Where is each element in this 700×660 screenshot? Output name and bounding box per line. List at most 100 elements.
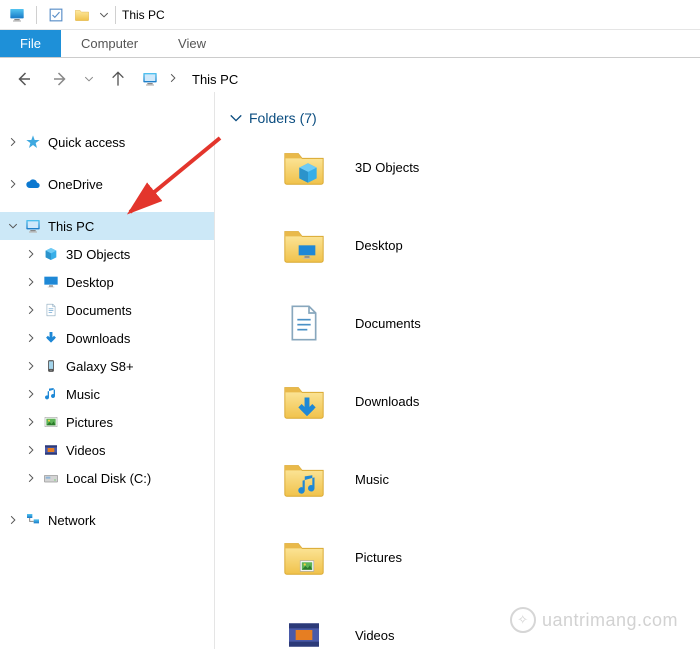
tree-item-music[interactable]: Music bbox=[0, 380, 214, 408]
folder-desktop[interactable]: Desktop bbox=[279, 220, 700, 270]
qat-btn-pc-icon[interactable] bbox=[6, 4, 28, 26]
folder-downloads[interactable]: Downloads bbox=[279, 376, 700, 426]
tree-item-videos[interactable]: Videos bbox=[0, 436, 214, 464]
tree-item-onedrive[interactable]: OneDrive bbox=[0, 170, 214, 198]
address-pc-icon[interactable] bbox=[140, 71, 160, 87]
picture-icon bbox=[42, 413, 60, 431]
chevron-right-icon[interactable] bbox=[6, 177, 20, 191]
chevron-right-icon[interactable] bbox=[24, 303, 38, 317]
3d-objects-icon bbox=[42, 245, 60, 263]
breadcrumb-location[interactable]: This PC bbox=[190, 72, 238, 87]
tree-label: Desktop bbox=[66, 275, 114, 290]
nav-up-button[interactable] bbox=[104, 65, 132, 93]
qat-separator bbox=[36, 6, 37, 24]
ribbon-tab-computer[interactable]: Computer bbox=[61, 30, 158, 57]
folder-3d-objects[interactable]: 3D Objects bbox=[279, 142, 700, 192]
tree-item-documents[interactable]: Documents bbox=[0, 296, 214, 324]
watermark: ✧ uantrimang.com bbox=[510, 607, 678, 633]
tree-label: Downloads bbox=[66, 331, 130, 346]
desktop-icon bbox=[42, 273, 60, 291]
music-icon bbox=[42, 385, 60, 403]
folder-label: Desktop bbox=[355, 238, 403, 253]
nav-recent-dropdown[interactable] bbox=[82, 65, 96, 93]
breadcrumb-chevron-icon[interactable] bbox=[168, 72, 182, 86]
titlebar: This PC bbox=[0, 0, 700, 30]
chevron-down-icon bbox=[229, 111, 243, 125]
nav-forward-button[interactable] bbox=[46, 65, 74, 93]
folder-music[interactable]: Music bbox=[279, 454, 700, 504]
quick-access-toolbar bbox=[0, 4, 111, 26]
folder-label: Documents bbox=[355, 316, 421, 331]
tree-label: OneDrive bbox=[48, 177, 103, 192]
network-icon bbox=[24, 511, 42, 529]
tree-label: Videos bbox=[66, 443, 106, 458]
chevron-right-icon[interactable] bbox=[24, 415, 38, 429]
main-pane: Folders (7) 3D Objects Desktop bbox=[215, 92, 700, 649]
tree-item-local-disk[interactable]: Local Disk (C:) bbox=[0, 464, 214, 492]
chevron-down-icon[interactable] bbox=[6, 219, 20, 233]
folder-label: 3D Objects bbox=[355, 160, 419, 175]
watermark-icon: ✧ bbox=[510, 607, 536, 633]
video-icon bbox=[279, 610, 329, 660]
folder-label: Pictures bbox=[355, 550, 402, 565]
tree-item-quick-access[interactable]: Quick access bbox=[0, 128, 214, 156]
tree-label: Pictures bbox=[66, 415, 113, 430]
folder-icon bbox=[279, 454, 329, 504]
ribbon-tab-file[interactable]: File bbox=[0, 30, 61, 57]
folder-icon bbox=[279, 532, 329, 582]
download-icon bbox=[42, 329, 60, 347]
tree-label: This PC bbox=[48, 219, 94, 234]
tree-label: 3D Objects bbox=[66, 247, 130, 262]
navigation-bar: This PC bbox=[0, 58, 700, 92]
tree-label: Documents bbox=[66, 303, 132, 318]
section-title: Folders (7) bbox=[249, 110, 317, 126]
folder-label: Music bbox=[355, 472, 389, 487]
tree-label: Music bbox=[66, 387, 100, 402]
chevron-right-icon[interactable] bbox=[24, 471, 38, 485]
chevron-right-icon[interactable] bbox=[24, 443, 38, 457]
title-separator bbox=[115, 6, 116, 24]
watermark-text: uantrimang.com bbox=[542, 610, 678, 631]
ribbon: File Computer View bbox=[0, 30, 700, 58]
qat-btn-properties[interactable] bbox=[45, 4, 67, 26]
chevron-right-icon[interactable] bbox=[24, 247, 38, 261]
tree-item-3d-objects[interactable]: 3D Objects bbox=[0, 240, 214, 268]
chevron-right-icon[interactable] bbox=[6, 513, 20, 527]
chevron-right-icon[interactable] bbox=[24, 331, 38, 345]
folder-documents[interactable]: Documents bbox=[279, 298, 700, 348]
folder-label: Downloads bbox=[355, 394, 419, 409]
section-header-folders[interactable]: Folders (7) bbox=[229, 110, 700, 126]
chevron-right-icon[interactable] bbox=[6, 135, 20, 149]
chevron-right-icon[interactable] bbox=[24, 359, 38, 373]
tree-label: Quick access bbox=[48, 135, 125, 150]
tree-item-downloads[interactable]: Downloads bbox=[0, 324, 214, 352]
navigation-tree: Quick access OneDrive This PC 3D Objects bbox=[0, 92, 215, 649]
tree-item-network[interactable]: Network bbox=[0, 506, 214, 534]
nav-back-button[interactable] bbox=[10, 65, 38, 93]
chevron-right-icon[interactable] bbox=[24, 275, 38, 289]
window-title: This PC bbox=[120, 8, 165, 22]
tree-item-pictures[interactable]: Pictures bbox=[0, 408, 214, 436]
qat-dropdown[interactable] bbox=[97, 4, 111, 26]
folder-label: Videos bbox=[355, 628, 395, 643]
monitor-icon bbox=[24, 217, 42, 235]
folder-icon bbox=[279, 376, 329, 426]
ribbon-tab-view[interactable]: View bbox=[158, 30, 226, 57]
body: Quick access OneDrive This PC 3D Objects bbox=[0, 92, 700, 649]
tree-item-desktop[interactable]: Desktop bbox=[0, 268, 214, 296]
tree-label: Local Disk (C:) bbox=[66, 471, 151, 486]
document-icon bbox=[42, 301, 60, 319]
chevron-right-icon[interactable] bbox=[24, 387, 38, 401]
folder-icon bbox=[279, 142, 329, 192]
folder-icon bbox=[279, 220, 329, 270]
star-icon bbox=[24, 133, 42, 151]
cloud-icon bbox=[24, 175, 42, 193]
tree-item-this-pc[interactable]: This PC bbox=[0, 212, 214, 240]
video-icon bbox=[42, 441, 60, 459]
tree-label: Galaxy S8+ bbox=[66, 359, 134, 374]
qat-btn-new-folder[interactable] bbox=[71, 4, 93, 26]
folder-pictures[interactable]: Pictures bbox=[279, 532, 700, 582]
tree-label: Network bbox=[48, 513, 96, 528]
tree-item-galaxy[interactable]: Galaxy S8+ bbox=[0, 352, 214, 380]
document-icon bbox=[279, 298, 329, 348]
